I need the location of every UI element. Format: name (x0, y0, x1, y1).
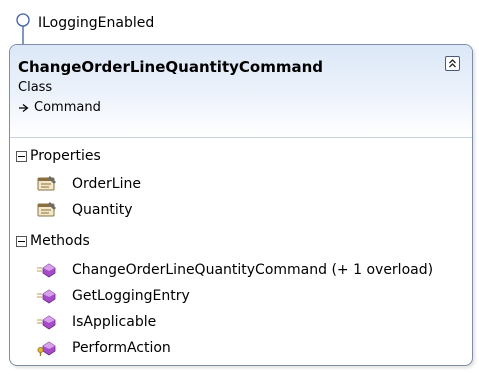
inheritance-arrow-icon (19, 103, 29, 112)
member-label: GetLoggingEntry (72, 288, 190, 304)
interface-name: ILoggingEnabled (38, 15, 155, 31)
section-label: Properties (30, 148, 101, 164)
class-title: ChangeOrderLineQuantityCommand (18, 58, 324, 76)
member-label: PerformAction (72, 340, 171, 356)
member-item[interactable]: OrderLine (36, 172, 141, 196)
member-label: ChangeOrderLineQuantityCommand (+ 1 over… (72, 262, 434, 278)
member-label: Quantity (72, 202, 133, 218)
section-label: Methods (30, 233, 90, 249)
protected-method-icon (37, 341, 56, 356)
member-item[interactable]: ChangeOrderLineQuantityCommand (+ 1 over… (36, 258, 433, 282)
class-stereotype: Class (18, 80, 53, 95)
member-label: IsApplicable (72, 314, 157, 330)
public-method-icon (37, 315, 56, 330)
base-class: Command (18, 100, 101, 115)
property-icon (37, 176, 56, 191)
class-header: ChangeOrderLineQuantityCommand Class Com… (10, 45, 472, 138)
double-chevron-up-icon (449, 59, 456, 68)
collapse-toggle-icon[interactable] (16, 235, 27, 247)
property-icon (37, 202, 56, 217)
methods-compartment-header[interactable]: Methods (10, 228, 472, 254)
public-method-icon (37, 263, 56, 278)
member-item[interactable]: PerformAction (36, 336, 171, 360)
class-shape[interactable]: ChangeOrderLineQuantityCommand Class Com… (9, 44, 473, 366)
properties-compartment-header[interactable]: Properties (10, 143, 472, 169)
base-class-name: Command (34, 100, 101, 115)
member-item[interactable]: IsApplicable (36, 310, 156, 334)
collapse-button[interactable] (445, 56, 460, 71)
member-item[interactable]: Quantity (36, 198, 133, 222)
interface-lollipop (16, 13, 30, 45)
collapse-toggle-icon[interactable] (16, 150, 27, 162)
member-label: OrderLine (72, 176, 141, 192)
public-method-icon (37, 289, 56, 304)
member-item[interactable]: GetLoggingEntry (36, 284, 190, 308)
